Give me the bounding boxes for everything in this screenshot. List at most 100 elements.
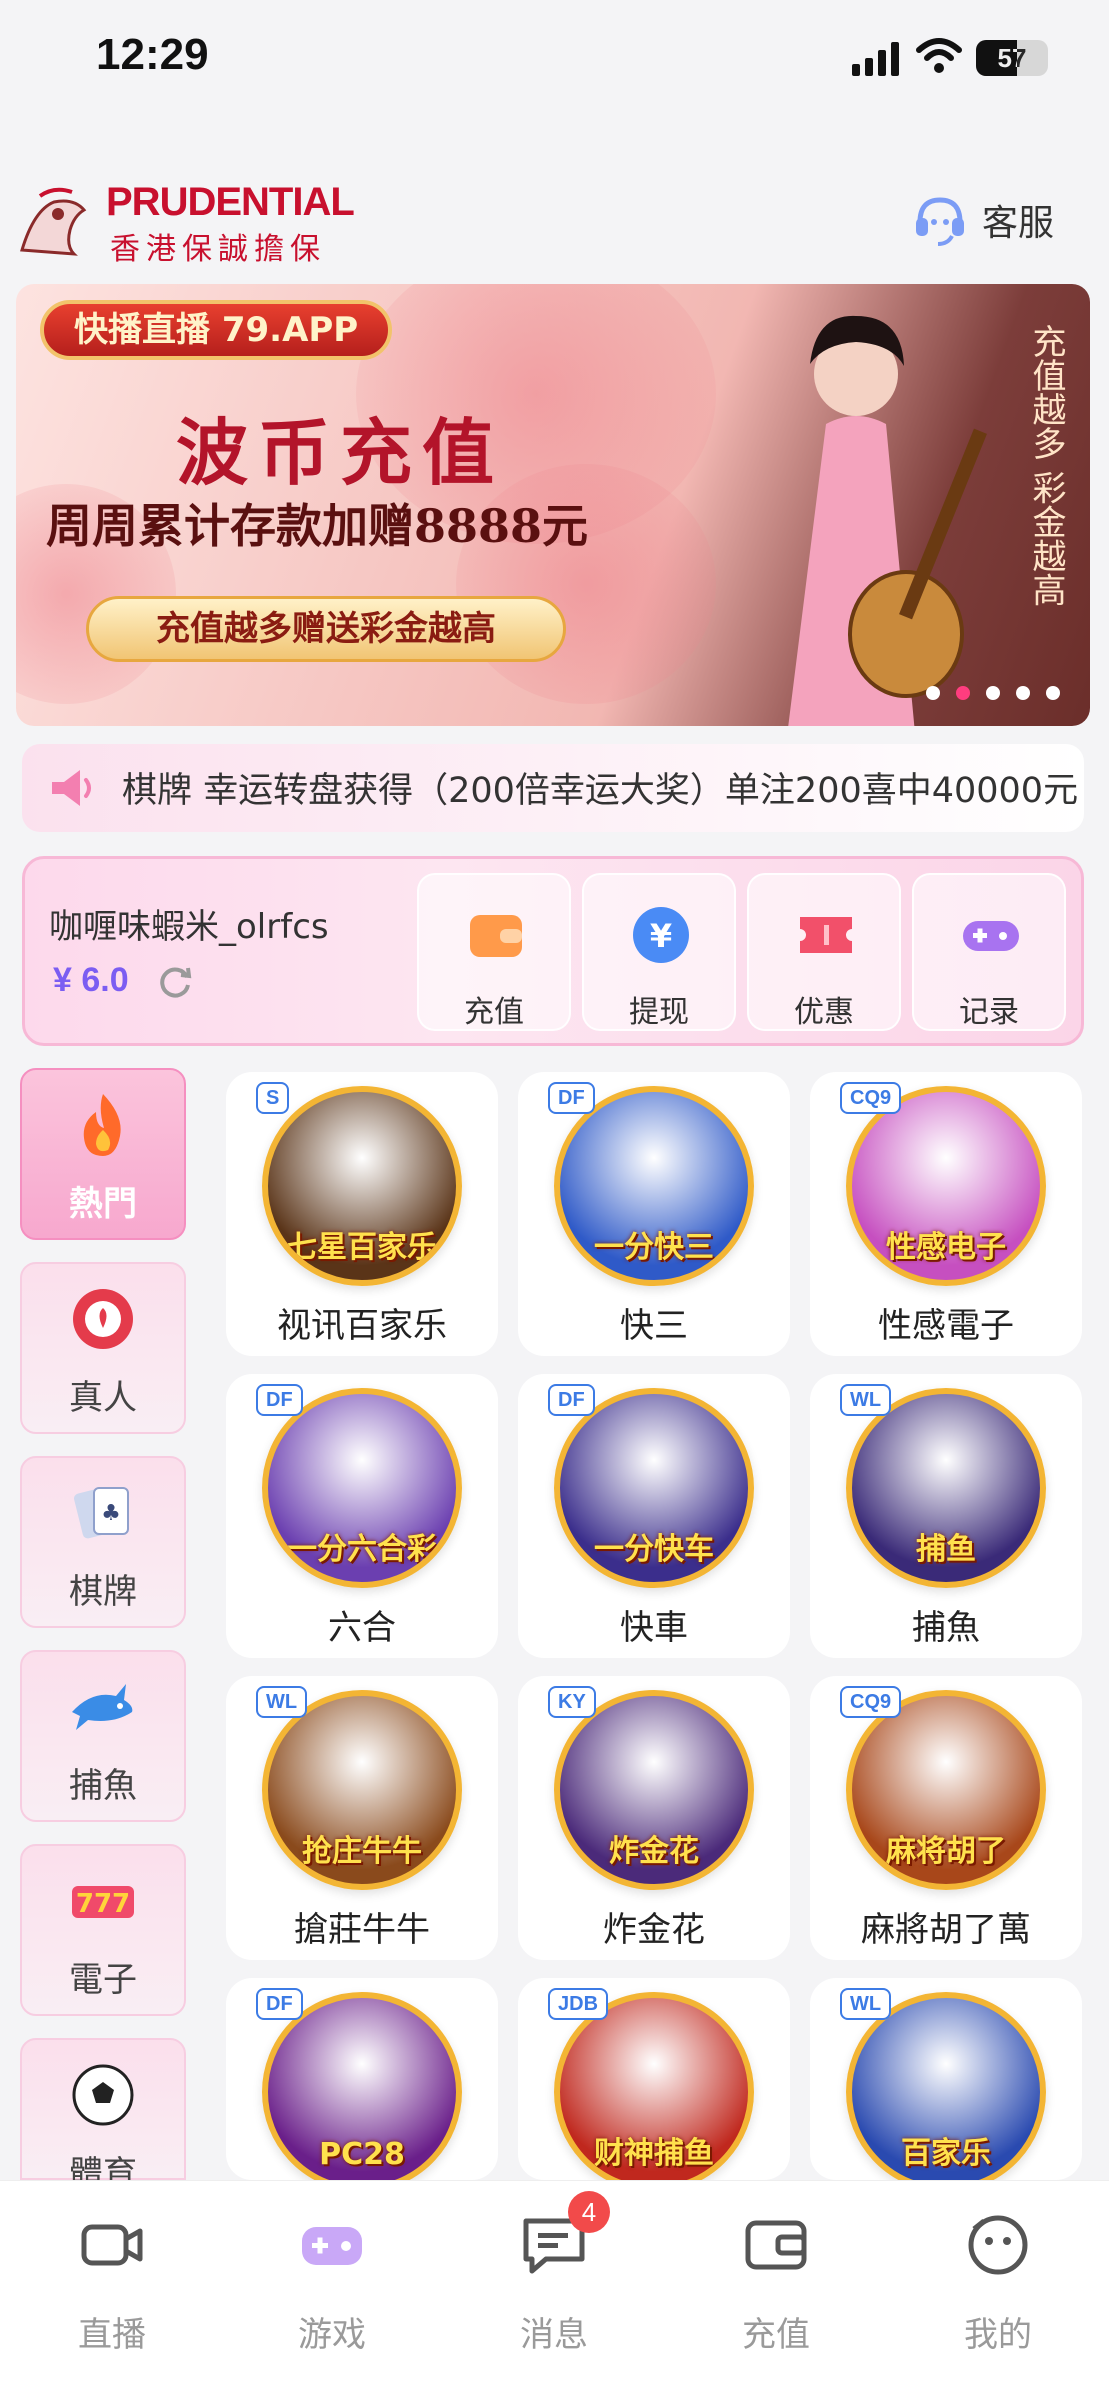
- game-thumbnail: 财神捕鱼: [554, 1992, 754, 2192]
- wallet-card: 咖喱味蝦米_olrfcs ¥ 6.0 充值 ¥ 提现 优惠 记录: [22, 856, 1084, 1046]
- headset-icon: [916, 197, 964, 246]
- category-fishing[interactable]: 捕魚: [20, 1650, 186, 1822]
- category-label: 真人: [69, 1378, 137, 1418]
- tab-live[interactable]: 直播: [32, 2211, 192, 2361]
- records-button[interactable]: 记录: [912, 873, 1066, 1031]
- battery-icon: 57: [976, 40, 1048, 76]
- category-slots[interactable]: 777 電子: [20, 1844, 186, 2016]
- ticket-icon: [800, 917, 852, 953]
- status-time: 12:29: [96, 30, 209, 79]
- slot-777-icon: 777: [72, 1886, 134, 1919]
- provider-badge: JDB: [548, 1988, 609, 2020]
- banner-subtitle: 周周累计存款加赠8888元: [46, 499, 589, 553]
- battery-level: 57: [997, 43, 1027, 73]
- prudence-rock-logo-icon: [20, 187, 87, 256]
- game-thumbnail-caption: 捕鱼: [916, 1532, 976, 1567]
- game-thumbnail-caption: PC28: [319, 2137, 405, 2172]
- game-card[interactable]: 捕鱼 WL 捕魚: [810, 1374, 1082, 1658]
- svg-text:777: 777: [76, 1889, 130, 1919]
- game-thumbnail: PC28: [262, 1992, 462, 2192]
- provider-badge: DF: [256, 1988, 303, 2020]
- shark-icon: [72, 1684, 133, 1730]
- brand-logo: PRUDENTIAL 香港保誠擔保: [14, 180, 355, 267]
- tab-label: 消息: [520, 2315, 588, 2355]
- game-label: 视讯百家乐: [277, 1306, 447, 1346]
- banner-dot: [926, 686, 940, 700]
- category-cards[interactable]: ♣ 棋牌: [20, 1456, 186, 1628]
- game-thumbnail: 炸金花: [554, 1690, 754, 1890]
- provider-badge: CQ9: [840, 1686, 902, 1718]
- game-card[interactable]: 一分快车 DF 快車: [518, 1374, 790, 1658]
- game-card[interactable]: 性感电子 CQ9 性感電子: [810, 1072, 1082, 1356]
- game-thumbnail: 七星百家乐: [262, 1086, 462, 1286]
- cards-icon: ♣: [74, 1487, 129, 1539]
- banner-dot: [1046, 686, 1060, 700]
- chip-icon: [73, 1289, 133, 1349]
- game-thumbnail: 麻将胡了: [846, 1690, 1046, 1890]
- gamepad-icon: [963, 921, 1019, 951]
- game-label: 性感電子: [878, 1306, 1014, 1346]
- provider-badge: CQ9: [840, 1082, 902, 1114]
- provider-badge: KY: [548, 1686, 596, 1718]
- promo-banner[interactable]: 快播直播 79.APP 波币充值 周周累计存款加赠8888元 充值越多赠送彩金越…: [16, 284, 1090, 726]
- game-card[interactable]: 一分六合彩 DF 六合: [226, 1374, 498, 1658]
- tab-messages[interactable]: 4 消息: [474, 2191, 634, 2361]
- banner-pagination[interactable]: [926, 686, 1060, 700]
- game-card[interactable]: 财神捕鱼 JDB: [518, 1978, 790, 2192]
- game-card[interactable]: 七星百家乐 S 视讯百家乐: [226, 1072, 498, 1356]
- gamepad-icon: [302, 2227, 362, 2265]
- provider-badge: DF: [548, 1384, 595, 1416]
- game-label: 炸金花: [603, 1910, 705, 1950]
- face-icon: [968, 2215, 1028, 2275]
- speaker-icon: [52, 770, 91, 806]
- game-card[interactable]: 百家乐 WL: [810, 1978, 1082, 2192]
- game-card[interactable]: PC28 DF: [226, 1978, 498, 2192]
- game-card[interactable]: 一分快三 DF 快三: [518, 1072, 790, 1356]
- tab-deposit[interactable]: 充值: [696, 2211, 856, 2361]
- game-thumbnail-caption: 性感电子: [886, 1230, 1006, 1265]
- category-label: 捕魚: [69, 1766, 137, 1806]
- game-label: 麻將胡了萬: [861, 1910, 1031, 1950]
- wifi-icon: [916, 38, 962, 73]
- promotions-button[interactable]: 优惠: [747, 873, 901, 1031]
- provider-badge: DF: [256, 1384, 303, 1416]
- game-thumbnail: 抢庄牛牛: [262, 1690, 462, 1890]
- status-bar: 12:29 57: [0, 0, 1109, 120]
- game-label: 快車: [620, 1608, 688, 1648]
- category-label: 熱門: [69, 1184, 137, 1224]
- withdraw-button[interactable]: ¥ 提现: [582, 873, 736, 1031]
- game-label: 捕魚: [912, 1608, 980, 1648]
- game-card[interactable]: 抢庄牛牛 WL 搶莊牛牛: [226, 1676, 498, 1960]
- provider-badge: WL: [840, 1384, 892, 1416]
- refresh-icon[interactable]: [157, 963, 193, 999]
- announcement-marquee[interactable]: 棋牌 幸运转盘获得（200倍幸运大奖）单注200喜中40000元: [22, 744, 1084, 832]
- game-thumbnail-caption: 炸金花: [609, 1834, 699, 1869]
- game-card[interactable]: 炸金花 KY 炸金花: [518, 1676, 790, 1960]
- game-card[interactable]: 麻将胡了 CQ9 麻將胡了萬: [810, 1676, 1082, 1960]
- records-label: 记录: [959, 995, 1019, 1030]
- wallet-icon: [470, 915, 522, 957]
- category-hot[interactable]: 熱門: [20, 1068, 186, 1240]
- category-live[interactable]: 真人: [20, 1262, 186, 1434]
- provider-badge: S: [256, 1082, 290, 1114]
- camera-icon: [81, 2224, 143, 2266]
- bottom-tab-bar: 直播 游戏 4 消息 充值 我的: [0, 2180, 1109, 2400]
- banner-title: 波币充值: [176, 410, 505, 495]
- banner-dot-active: [956, 686, 970, 700]
- game-thumbnail: 一分六合彩: [262, 1388, 462, 1588]
- banner-model-illustration: [788, 315, 987, 726]
- balance: ¥ 6.0: [53, 961, 129, 999]
- banner-tag: 快播直播 79.APP: [40, 300, 393, 360]
- provider-badge: DF: [548, 1082, 595, 1114]
- brand-subtitle: 香港保誠擔保: [110, 232, 326, 267]
- tab-games[interactable]: 游戏: [252, 2211, 412, 2361]
- announcement-text: 棋牌 幸运转盘获得（200倍幸运大奖）单注200喜中40000元: [122, 771, 1079, 811]
- tab-profile[interactable]: 我的: [918, 2211, 1078, 2361]
- banner-dot: [986, 686, 1000, 700]
- customer-service-button[interactable]: 客服: [912, 190, 1054, 250]
- game-thumbnail-caption: 一分快三: [594, 1230, 714, 1265]
- category-sports[interactable]: 體育: [20, 2038, 186, 2194]
- unread-badge: 4: [568, 2191, 610, 2233]
- deposit-button[interactable]: 充值: [417, 873, 571, 1031]
- game-thumbnail-caption: 抢庄牛牛: [302, 1834, 422, 1869]
